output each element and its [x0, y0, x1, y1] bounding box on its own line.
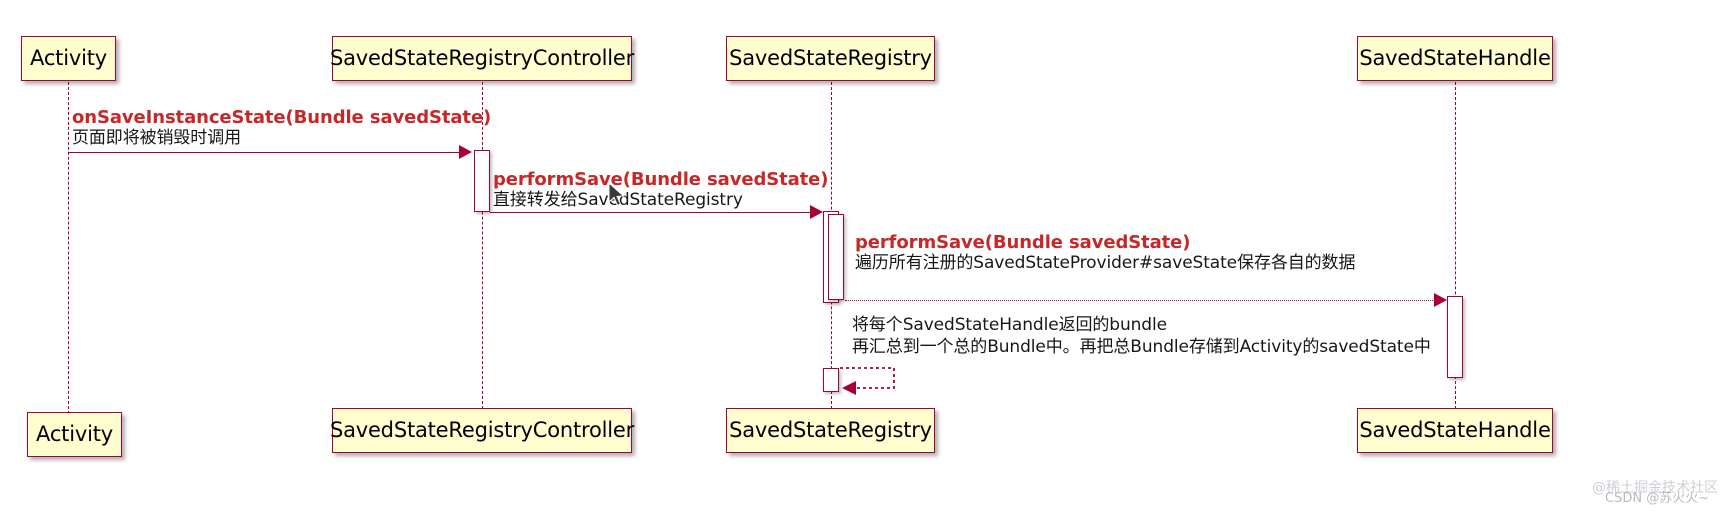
participant-handle-footer[interactable]: SavedStateHandle [1357, 408, 1553, 453]
self-call-registry [840, 367, 895, 395]
participant-activity-footer[interactable]: Activity [27, 412, 122, 457]
participant-controller-header[interactable]: SavedStateRegistryController [329, 36, 635, 81]
message-description: 遍历所有注册的SavedStateProvider#saveState保存各自的… [855, 252, 1356, 273]
message-label-2: performSave(Bundle savedState) 直接转发给Save… [493, 169, 829, 210]
participant-controller-footer[interactable]: SavedStateRegistryController [329, 408, 635, 453]
participant-label: SavedStateRegistry [729, 418, 932, 442]
message-description: 页面即将被销毁时调用 [72, 127, 241, 148]
participant-activity-header[interactable]: Activity [21, 36, 116, 81]
message-line-4 [845, 300, 1445, 301]
participant-registry-footer[interactable]: SavedStateRegistry [726, 408, 935, 453]
message-line-2 [490, 212, 812, 213]
participant-registry-header[interactable]: SavedStateRegistry [726, 36, 935, 81]
watermark-csdn-text: CSDN @苏火火~ [1605, 491, 1710, 506]
participant-label: Activity [36, 422, 113, 446]
participant-handle-header[interactable]: SavedStateHandle [1357, 36, 1553, 81]
note-line-2: 再汇总到一个总的Bundle中。再把总Bundle存储到Activity的sav… [852, 336, 1431, 357]
activation-controller [474, 150, 490, 212]
note-line-1: 将每个SavedStateHandle返回的bundle [852, 315, 1167, 335]
sequence-diagram: Activity SavedStateRegistryController Sa… [0, 0, 1733, 532]
participant-label: Activity [30, 46, 107, 70]
message-signature: performSave(Bundle savedState) [493, 169, 829, 190]
activation-handle [1447, 296, 1463, 378]
participant-label: SavedStateHandle [1359, 46, 1551, 70]
self-call-arrowhead [842, 381, 856, 395]
message-label-3: performSave(Bundle savedState) 遍历所有注册的Sa… [855, 232, 1356, 273]
participant-label: SavedStateRegistryController [329, 46, 635, 70]
message-arrowhead-2 [810, 205, 823, 219]
message-signature: performSave(Bundle savedState) [855, 232, 1191, 253]
participant-label: SavedStateRegistryController [329, 418, 635, 442]
activation-registry-inner [828, 214, 844, 300]
participant-label: SavedStateRegistry [729, 46, 932, 70]
note-return-aggregation: 将每个SavedStateHandle返回的bundle 再汇总到一个总的Bun… [852, 315, 1431, 359]
message-label-1: onSaveInstanceState(Bundle savedState) 页… [72, 107, 492, 148]
message-signature: onSaveInstanceState(Bundle savedState) [72, 107, 492, 128]
message-description: 直接转发给SavedStateRegistry [493, 189, 743, 210]
message-arrowhead-1 [459, 145, 472, 159]
message-line-1 [69, 152, 461, 153]
participant-label: SavedStateHandle [1359, 418, 1551, 442]
watermark-csdn: CSDN @苏火火~ [1605, 487, 1709, 506]
message-arrowhead-4 [1434, 293, 1447, 307]
lifeline-activity [68, 82, 69, 414]
